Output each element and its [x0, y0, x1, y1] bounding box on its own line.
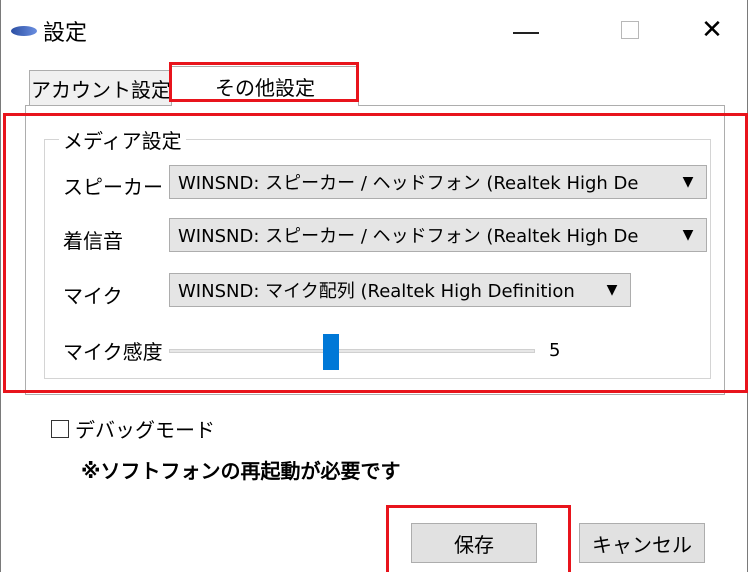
chevron-down-icon: ▼: [682, 227, 694, 243]
mic-label: マイク: [63, 284, 123, 308]
maximize-button[interactable]: [605, 8, 655, 52]
media-settings-title: メディア設定: [59, 125, 186, 154]
chevron-down-icon: ▼: [606, 282, 618, 298]
minimize-button[interactable]: [501, 8, 551, 52]
app-icon: [11, 26, 37, 36]
ringtone-select[interactable]: WINSND: スピーカー / ヘッドフォン (Realtek High De …: [169, 218, 707, 252]
title-bar[interactable]: 設定 ✕: [1, 0, 747, 58]
cancel-button-label: キャンセル: [592, 532, 692, 557]
minimize-icon: [513, 32, 539, 34]
chevron-down-icon: ▼: [682, 174, 694, 190]
maximize-icon: [621, 21, 639, 39]
mic-sensitivity-slider-track[interactable]: [169, 349, 535, 353]
mic-select[interactable]: WINSND: マイク配列 (Realtek High Definition ▼: [169, 273, 631, 307]
window-title: 設定: [43, 21, 88, 46]
tab-account-settings[interactable]: アカウント設定: [29, 70, 173, 106]
mic-sensitivity-label: マイク感度: [63, 340, 163, 364]
tab-other-settings[interactable]: その他設定: [171, 66, 359, 106]
close-button[interactable]: ✕: [687, 8, 737, 52]
tab-label: その他設定: [215, 76, 315, 100]
close-icon: ✕: [701, 15, 723, 45]
speaker-select[interactable]: WINSND: スピーカー / ヘッドフォン (Realtek High De …: [169, 165, 707, 199]
debug-mode-label[interactable]: デバッグモード: [75, 414, 215, 443]
speaker-select-value: WINSND: スピーカー / ヘッドフォン (Realtek High De: [178, 173, 639, 194]
mic-sensitivity-value: 5: [549, 340, 561, 361]
tab-label: アカウント設定: [31, 78, 171, 102]
settings-window: 設定 ✕ アカウント設定 その他設定 メディア設定 スピーカー WINSND: …: [0, 0, 748, 572]
mic-select-value: WINSND: マイク配列 (Realtek High Definition: [178, 281, 575, 302]
ringtone-select-value: WINSND: スピーカー / ヘッドフォン (Realtek High De: [178, 226, 639, 247]
save-button[interactable]: 保存: [411, 523, 537, 563]
mic-sensitivity-slider-thumb[interactable]: [323, 334, 339, 370]
cancel-button[interactable]: キャンセル: [579, 523, 705, 563]
restart-notice: ※ソフトフォンの再起動が必要です: [81, 459, 401, 483]
save-button-label: 保存: [454, 532, 494, 557]
debug-mode-checkbox[interactable]: [51, 420, 69, 438]
ringtone-label: 着信音: [63, 229, 123, 253]
speaker-label: スピーカー: [63, 175, 163, 199]
